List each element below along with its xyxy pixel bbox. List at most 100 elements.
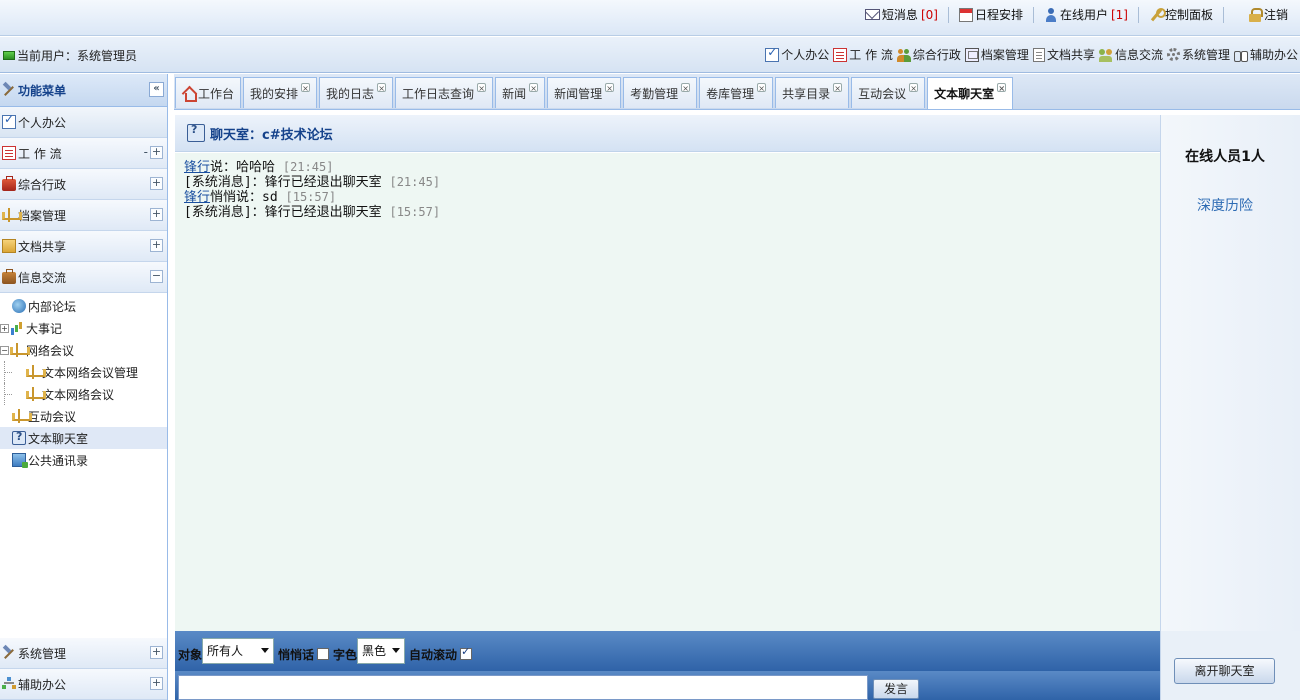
tab-attendance[interactable]: 考勤管理 × [623, 77, 698, 108]
module-archives[interactable]: 档案管理 [964, 46, 1029, 63]
leave-chatroom-button[interactable]: 离开聊天室 [1174, 658, 1275, 684]
font-color-value: 黑色 [362, 644, 387, 658]
tree-item-web-meeting[interactable]: − 网络会议 [0, 339, 167, 361]
close-icon[interactable]: × [377, 82, 387, 93]
autoscroll-checkbox[interactable] [460, 645, 473, 660]
tree-item-internal-forum[interactable]: 内部论坛 [0, 295, 167, 317]
top-links: 短消息 [0] 日程安排 在线用户 [1] 控制面板 注销 [859, 6, 1294, 23]
tab-label: 我的日志 [326, 86, 375, 101]
chat-messages[interactable]: 锋行说：哈哈哈 [21:45] [系统消息]：锋行已经退出聊天室 [21:45]… [175, 153, 1160, 631]
message-input[interactable] [178, 675, 868, 700]
current-user: 当前用户：系统管理员 [3, 47, 137, 64]
dropdown-arrow-icon [261, 648, 270, 653]
sender-link[interactable]: 锋行 [184, 190, 210, 205]
module-information-exchange[interactable]: 信息交流 [1098, 46, 1163, 63]
close-icon[interactable]: × [477, 82, 487, 93]
module-document-sharing[interactable]: 文档共享 [1032, 46, 1095, 63]
sidebar-section-information-exchange[interactable]: 信息交流 − [0, 262, 167, 293]
briefcase-icon [2, 176, 16, 191]
dropdown-arrow-icon [392, 648, 401, 653]
close-icon[interactable]: × [757, 82, 767, 93]
expand-button[interactable]: + [150, 146, 163, 159]
send-row: 发言 [175, 671, 1160, 700]
collapse-toggle[interactable]: − [0, 345, 9, 355]
send-button[interactable]: 发言 [873, 679, 919, 699]
close-icon[interactable]: × [605, 82, 615, 93]
module-administration[interactable]: 综合行政 [896, 46, 961, 63]
tree-item-interactive-meeting[interactable]: 互动会议 [0, 405, 167, 427]
close-icon[interactable]: × [681, 82, 691, 93]
message-time: [15:57] [285, 190, 337, 204]
whisper-checkbox[interactable] [317, 648, 330, 660]
sidebar-section-archives[interactable]: 档案管理 + [0, 200, 167, 231]
module-system-management[interactable]: 系统管理 [1166, 46, 1230, 63]
tab-workbench[interactable]: 工作台 [175, 77, 242, 108]
close-icon[interactable]: × [833, 82, 843, 93]
module-auxiliary-office[interactable]: 辅助办公 [1233, 46, 1298, 63]
module-personal-office[interactable]: 个人办公 [765, 45, 829, 63]
close-icon[interactable]: × [301, 82, 311, 93]
meeting-icon [10, 343, 30, 357]
chat-message: 锋行说：哈哈哈 [21:45] [184, 160, 1160, 175]
sender-link[interactable]: 锋行 [184, 160, 210, 175]
module-label: 系统管理 [1181, 48, 1230, 62]
tools-icon [2, 83, 16, 97]
logout-link[interactable]: 注销 [1242, 6, 1294, 23]
sidebar-section-system-management[interactable]: 系统管理 + [0, 638, 167, 669]
sidebar-section-workflow[interactable]: 工 作 流 - + [0, 138, 167, 169]
tab-shared-directory[interactable]: 共享目录 × [775, 77, 850, 108]
collapse-button[interactable]: − [150, 270, 163, 283]
expand-button[interactable]: + [150, 239, 163, 252]
chatroom-header: 聊天室：c#技术论坛 [175, 115, 1160, 152]
close-icon[interactable]: × [997, 83, 1007, 93]
control-panel-link[interactable]: 控制面板 [1143, 6, 1219, 23]
online-user-link[interactable]: 深度历险 [1161, 195, 1289, 215]
expand-button[interactable]: + [150, 646, 163, 659]
section-tool-minus[interactable]: - [144, 145, 148, 159]
tab-log-query[interactable]: 工作日志查询 × [395, 77, 494, 108]
exchange-icon [1098, 48, 1113, 62]
tree-item-text-meeting[interactable]: 文本网络会议 [0, 383, 167, 405]
people-icon [896, 48, 911, 62]
sidebar-section-document-sharing[interactable]: 文档共享 + [0, 231, 167, 262]
chart-icon [10, 321, 24, 335]
close-icon[interactable]: × [529, 82, 539, 93]
tree-item-text-chatroom[interactable]: 文本聊天室 [0, 427, 167, 449]
expand-toggle[interactable]: + [0, 323, 9, 333]
tab-news[interactable]: 新闻 × [495, 77, 546, 108]
tab-my-schedule[interactable]: 我的安排 × [243, 77, 318, 108]
tab-news-management[interactable]: 新闻管理 × [547, 77, 622, 108]
sidebar-bottom-sections: 系统管理 + 辅助办公 + [0, 638, 167, 700]
sidebar-section-personal-office[interactable]: 个人办公 [0, 107, 167, 138]
font-color-select[interactable]: 黑色 [357, 638, 406, 664]
sidebar-section-administration[interactable]: 综合行政 + [0, 169, 167, 200]
tree-item-public-contacts[interactable]: 公共通讯录 [0, 449, 167, 471]
sidebar-collapse-button[interactable]: « [149, 82, 164, 97]
tab-my-log[interactable]: 我的日志 × [319, 77, 394, 108]
meeting-icon [26, 365, 46, 379]
tree-item-text-meeting-management[interactable]: 文本网络会议管理 [0, 361, 167, 383]
online-count-title: 在线人员1人 [1185, 149, 1265, 165]
expand-button[interactable]: + [150, 177, 163, 190]
expand-button[interactable]: + [150, 677, 163, 690]
message-text: [系统消息]：锋行已经退出聊天室 [184, 205, 382, 220]
tree-item-chronicle[interactable]: + 大事记 [0, 317, 167, 339]
schedule-link[interactable]: 日程安排 [953, 6, 1029, 23]
message-text: 悄悄说：sd [210, 190, 278, 205]
expand-button[interactable]: + [150, 208, 163, 221]
tab-interactive-meeting[interactable]: 互动会议 × [851, 77, 926, 108]
tab-text-chatroom[interactable]: 文本聊天室 × [927, 77, 1014, 109]
meeting-icon [12, 409, 32, 423]
section-label: 工 作 流 [18, 146, 62, 161]
module-links: 个人办公 工 作 流 综合行政 档案管理 文档共享 信息交流 系统管理 辅助办公 [761, 45, 1298, 63]
tree-item-label: 大事记 [26, 321, 63, 336]
contacts-icon [12, 453, 28, 468]
tab-volume-management[interactable]: 卷库管理 × [699, 77, 774, 108]
sidebar-section-auxiliary-office[interactable]: 辅助办公 + [0, 669, 167, 700]
online-users-link[interactable]: 在线用户 [1] [1038, 6, 1134, 23]
org-chart-icon [2, 677, 16, 691]
module-workflow[interactable]: 工 作 流 [833, 46, 893, 63]
close-icon[interactable]: × [909, 82, 919, 93]
target-select[interactable]: 所有人 [202, 638, 275, 664]
messages-link[interactable]: 短消息 [0] [859, 6, 944, 23]
